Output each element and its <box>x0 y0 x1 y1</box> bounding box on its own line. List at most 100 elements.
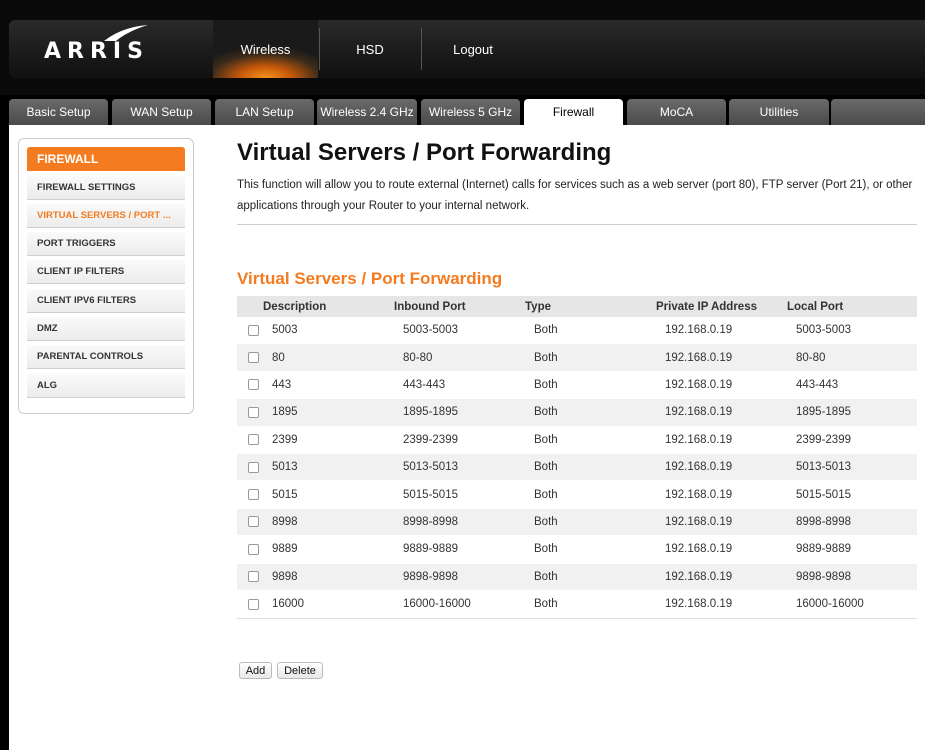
tab-bar: Basic Setup WAN Setup LAN Setup Wireless… <box>9 99 925 125</box>
cell-inbound-port: 1895-1895 <box>403 406 458 419</box>
cell-private-ip: 192.168.0.19 <box>665 570 733 583</box>
cell-inbound-port: 8998-8998 <box>403 515 458 528</box>
table-row: 9889 9889-9889 Both 192.168.0.19 9889-9889 <box>237 536 917 564</box>
cell-description: 9889 <box>272 543 298 556</box>
checkbox-cell <box>248 427 259 453</box>
cell-description: 5015 <box>272 488 298 501</box>
cell-type: Both <box>534 406 558 419</box>
checkbox-cell <box>248 564 259 590</box>
sidebar-item-parental-controls[interactable]: PARENTAL CONTROLS <box>27 345 185 369</box>
table-row: 5015 5015-5015 Both 192.168.0.19 5015-5015 <box>237 481 917 509</box>
row-checkbox[interactable] <box>248 516 259 528</box>
cell-type: Both <box>534 488 558 501</box>
table-row: 1895 1895-1895 Both 192.168.0.19 1895-1895 <box>237 399 917 427</box>
table-row: 2399 2399-2399 Both 192.168.0.19 2399-2399 <box>237 427 917 454</box>
table-row: 8998 8998-8998 Both 192.168.0.19 8998-8998 <box>237 508 917 537</box>
row-checkbox[interactable] <box>248 324 259 336</box>
cell-local-port: 80-80 <box>796 351 826 364</box>
cell-description: 5013 <box>272 461 298 474</box>
cell-description: 1895 <box>272 406 298 419</box>
column-header-description: Description <box>263 300 327 313</box>
cell-inbound-port: 443-443 <box>403 378 446 391</box>
tab-utilities[interactable]: Utilities <box>729 99 829 125</box>
tab-basic-setup[interactable]: Basic Setup <box>9 99 108 125</box>
cell-private-ip: 192.168.0.19 <box>665 515 733 528</box>
add-button[interactable]: Add <box>239 662 272 679</box>
nav-hsd[interactable]: HSD <box>320 20 420 78</box>
tab-lan-setup[interactable]: LAN Setup <box>215 99 314 125</box>
row-checkbox[interactable] <box>248 352 259 364</box>
cell-type: Both <box>534 515 558 528</box>
sidebar-item-client-ipv6-filters[interactable]: CLIENT IPV6 FILTERS <box>27 289 185 313</box>
row-checkbox[interactable] <box>248 434 259 446</box>
page-title: Virtual Servers / Port Forwarding <box>237 139 612 166</box>
cell-inbound-port: 5003-5003 <box>403 324 458 337</box>
cell-local-port: 5015-5015 <box>796 488 851 501</box>
divider <box>237 224 917 225</box>
sidebar-item-firewall-settings[interactable]: FIREWALL SETTINGS <box>27 176 185 200</box>
cell-type: Both <box>534 461 558 474</box>
row-checkbox[interactable] <box>248 379 259 391</box>
sidebar-item-port-triggers[interactable]: PORT TRIGGERS <box>27 232 185 256</box>
cell-type: Both <box>534 433 558 446</box>
cell-local-port: 9898-9898 <box>796 570 851 583</box>
cell-local-port: 2399-2399 <box>796 433 851 446</box>
cell-private-ip: 192.168.0.19 <box>665 598 733 611</box>
sidebar-item-virtual-servers[interactable]: VIRTUAL SERVERS / PORT ... <box>27 204 185 228</box>
cell-private-ip: 192.168.0.19 <box>665 378 733 391</box>
row-checkbox[interactable] <box>248 489 259 501</box>
cell-local-port: 5003-5003 <box>796 324 851 337</box>
cell-inbound-port: 9889-9889 <box>403 543 458 556</box>
cell-type: Both <box>534 543 558 556</box>
checkbox-cell <box>248 591 259 617</box>
tab-firewall[interactable]: Firewall <box>524 99 623 125</box>
delete-button[interactable]: Delete <box>277 662 323 679</box>
row-checkbox[interactable] <box>248 598 259 610</box>
cell-inbound-port: 16000-16000 <box>403 598 471 611</box>
port-forwarding-table: Description Inbound Port Type Private IP… <box>237 296 917 620</box>
cell-inbound-port: 2399-2399 <box>403 433 458 446</box>
header: ARRIS Wireless HSD Logout <box>0 0 925 95</box>
column-header-inbound-port: Inbound Port <box>394 300 466 313</box>
logo-text: ARRIS <box>44 39 149 64</box>
cell-type: Both <box>534 598 558 611</box>
tab-moca[interactable]: MoCA <box>627 99 726 125</box>
checkbox-cell <box>248 536 259 562</box>
row-checkbox[interactable] <box>248 461 259 473</box>
cell-description: 9898 <box>272 570 298 583</box>
cell-description: 8998 <box>272 515 298 528</box>
cell-local-port: 1895-1895 <box>796 406 851 419</box>
section-title: Virtual Servers / Port Forwarding <box>237 269 503 288</box>
checkbox-cell <box>248 317 259 343</box>
cell-description: 16000 <box>272 598 304 611</box>
checkbox-cell <box>248 344 259 370</box>
cell-inbound-port: 9898-9898 <box>403 570 458 583</box>
nav-logout[interactable]: Logout <box>422 20 524 78</box>
row-checkbox[interactable] <box>248 406 259 418</box>
row-checkbox[interactable] <box>248 543 259 555</box>
tab-wireless-5[interactable]: Wireless 5 GHz <box>421 99 520 125</box>
tab-wan-setup[interactable]: WAN Setup <box>112 99 211 125</box>
tab-wireless-24[interactable]: Wireless 2.4 GHz <box>317 99 417 125</box>
sidebar-item-client-ip-filters[interactable]: CLIENT IP FILTERS <box>27 260 185 284</box>
cell-local-port: 9889-9889 <box>796 543 851 556</box>
cell-private-ip: 192.168.0.19 <box>665 488 733 501</box>
table-row: 443 443-443 Both 192.168.0.19 443-443 <box>237 372 917 400</box>
cell-description: 5003 <box>272 324 298 337</box>
sidebar-item-alg[interactable]: ALG <box>27 374 185 398</box>
cell-type: Both <box>534 570 558 583</box>
table-row: 5003 5003-5003 Both 192.168.0.19 5003-5003 <box>237 317 917 345</box>
sidebar-item-dmz[interactable]: DMZ <box>27 317 185 341</box>
column-header-private-ip: Private IP Address <box>656 300 757 313</box>
table-row: 9898 9898-9898 Both 192.168.0.19 9898-9898 <box>237 563 917 591</box>
checkbox-cell <box>248 372 259 398</box>
cell-private-ip: 192.168.0.19 <box>665 543 733 556</box>
cell-private-ip: 192.168.0.19 <box>665 324 733 337</box>
cell-inbound-port: 5013-5013 <box>403 461 458 474</box>
row-checkbox[interactable] <box>248 571 259 583</box>
table-row: 5013 5013-5013 Both 192.168.0.19 5013-5013 <box>237 453 917 482</box>
checkbox-cell <box>248 481 259 507</box>
checkbox-cell <box>248 509 259 535</box>
nav-wireless[interactable]: Wireless <box>213 20 318 78</box>
column-header-type: Type <box>525 300 551 313</box>
